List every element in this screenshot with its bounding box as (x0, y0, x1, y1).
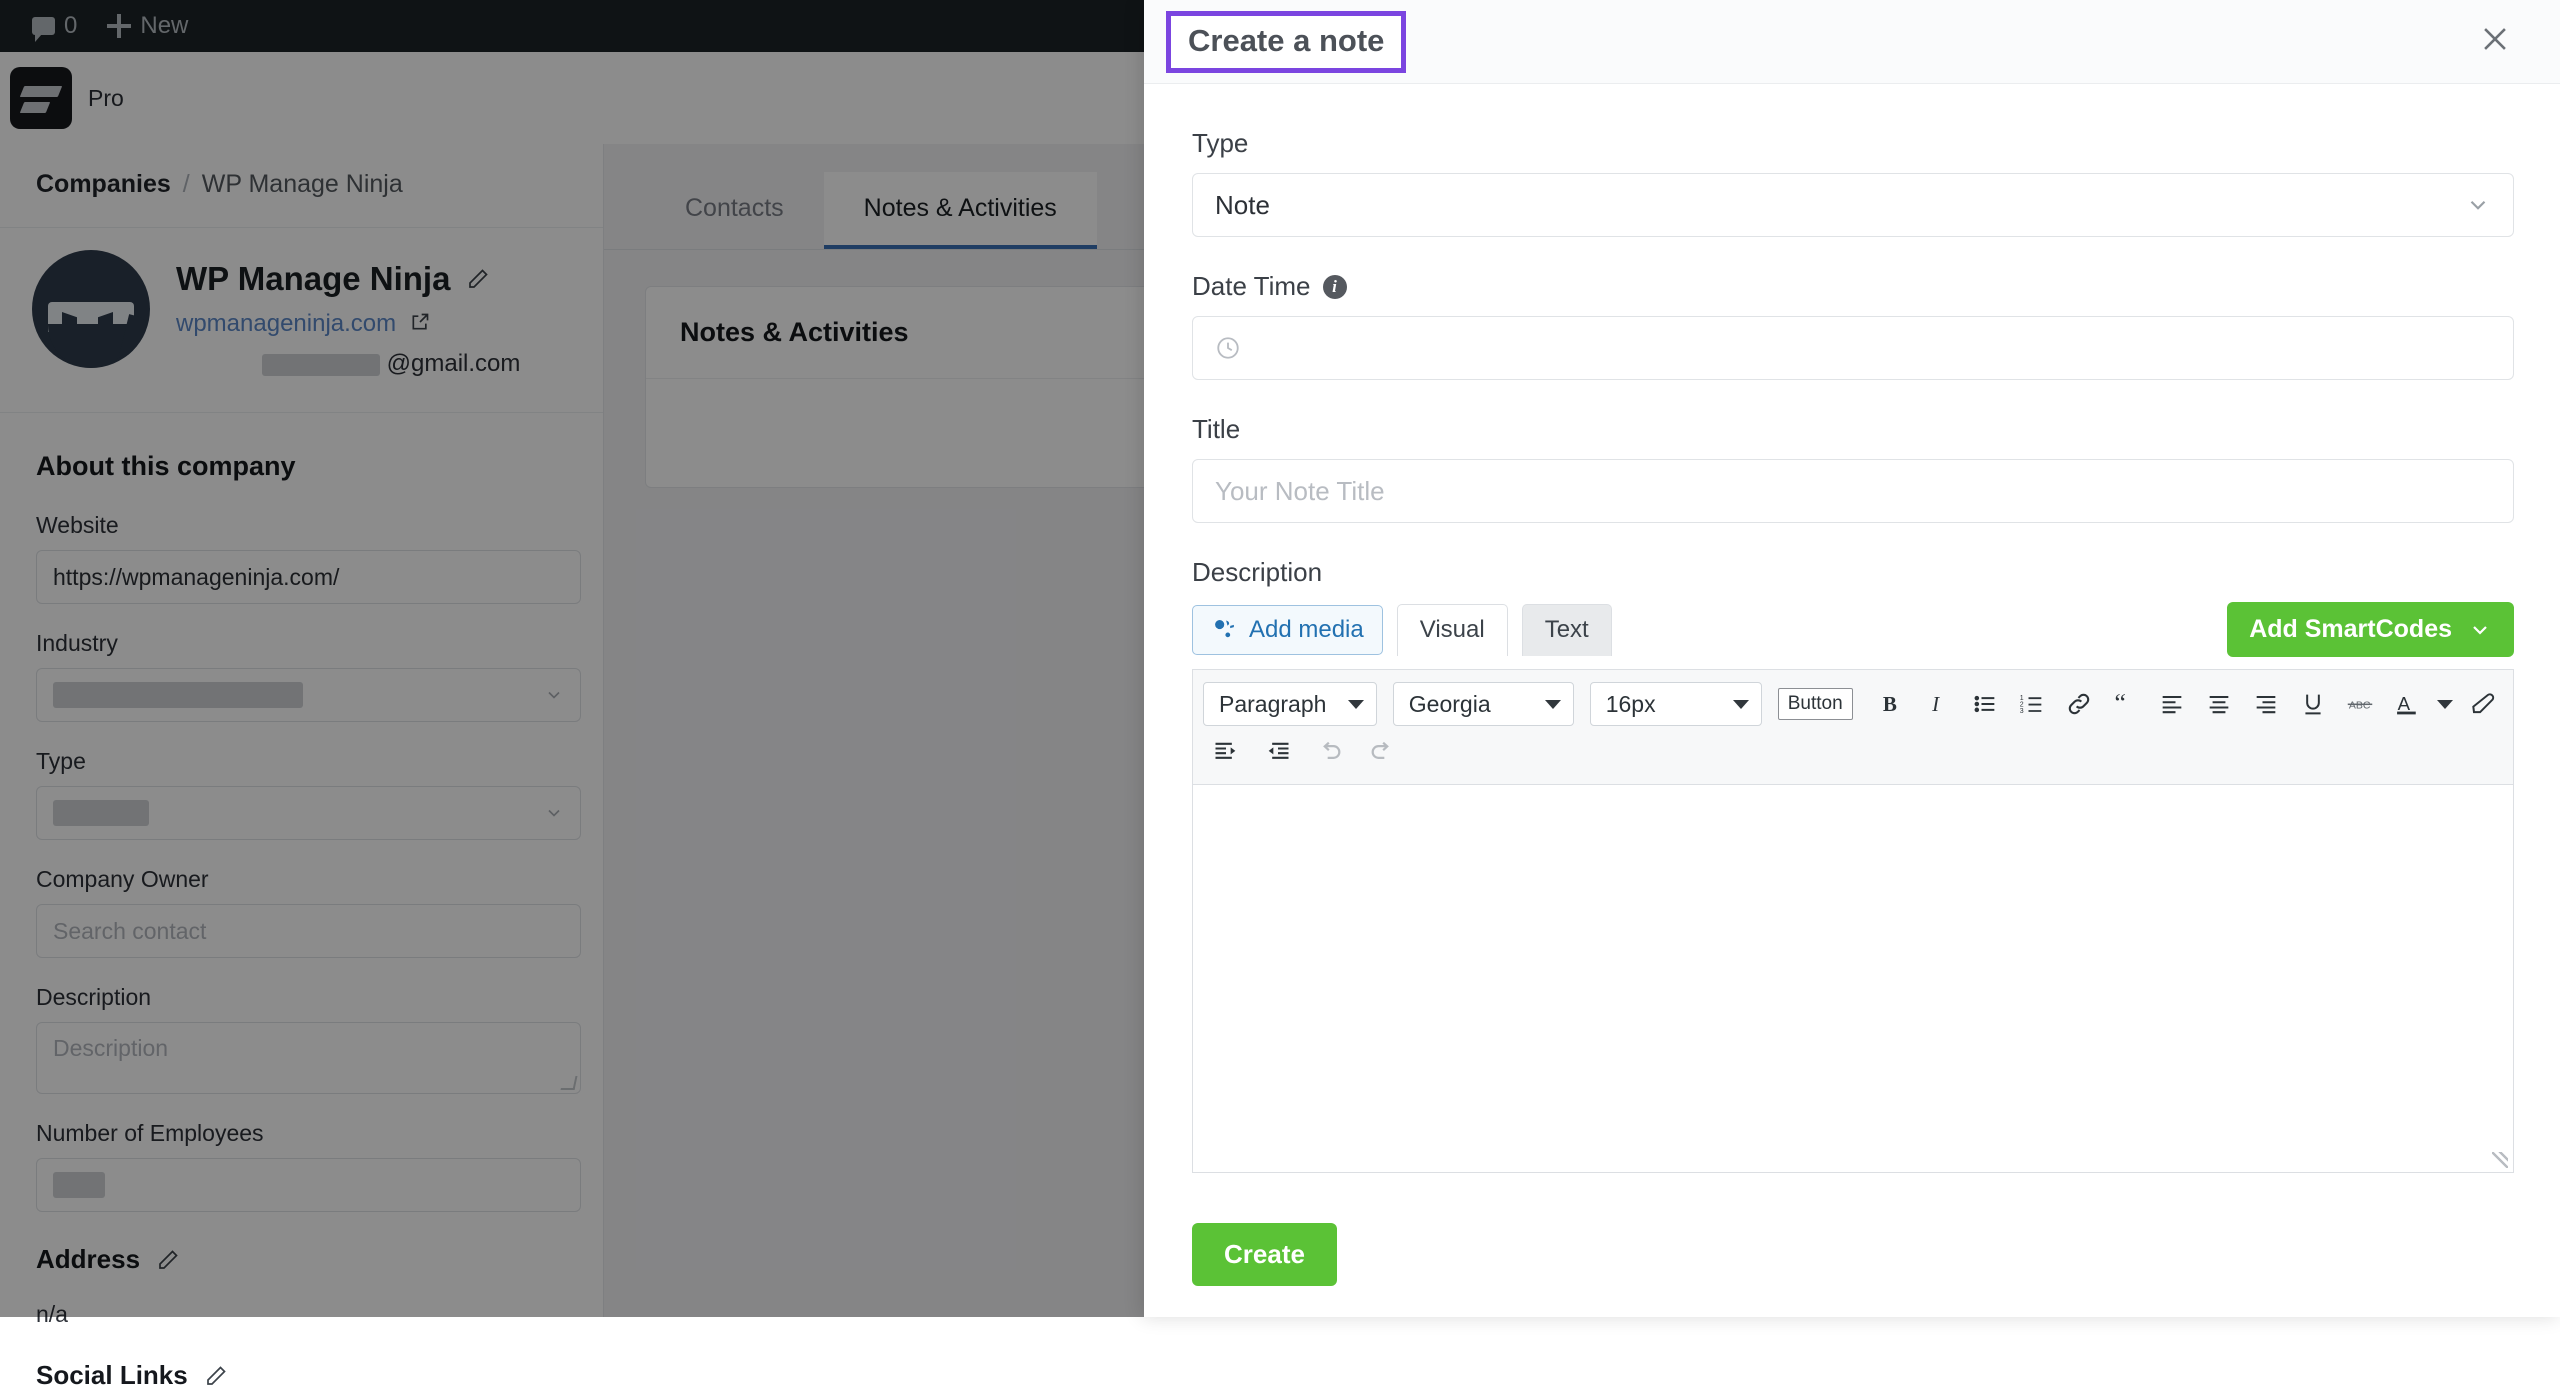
type-value: Note (1215, 190, 1270, 221)
numbered-list-icon[interactable]: 1 2 3 (2011, 681, 2052, 727)
type-block: Type Note (1192, 128, 2514, 237)
social-links-section-header: Social Links (36, 1360, 567, 1391)
caret-down-icon (1733, 700, 1749, 709)
drawer-title: Create a note (1188, 23, 1384, 58)
bullet-list-icon[interactable] (1964, 681, 2005, 727)
svg-text:“: “ (2115, 690, 2126, 717)
editor-toolbar-row-2 (1203, 728, 2503, 776)
visual-tab[interactable]: Visual (1397, 604, 1508, 656)
pencil-icon[interactable] (204, 1364, 228, 1388)
info-icon[interactable]: i (1323, 275, 1347, 299)
editor-toolbar: Paragraph Georgia 16px Button (1192, 669, 2514, 785)
clock-icon (1215, 335, 1241, 361)
svg-text:ABC: ABC (2349, 700, 2371, 712)
chevron-down-icon (2465, 192, 2491, 218)
add-smartcodes-button[interactable]: Add SmartCodes (2227, 602, 2514, 657)
outdent-icon[interactable] (1203, 729, 1249, 775)
add-smartcodes-label: Add SmartCodes (2249, 615, 2452, 644)
title-label: Title (1192, 414, 2514, 445)
close-icon[interactable] (2478, 22, 2512, 61)
format-select-value: Paragraph (1219, 691, 1326, 718)
editor-content-area[interactable] (1192, 785, 2514, 1173)
drawer-title-highlight: Create a note (1166, 11, 1406, 73)
align-left-icon[interactable] (2152, 681, 2193, 727)
svg-text:I: I (1931, 692, 1940, 716)
drawer-body: Type Note Date Time i Title Your Note Ti… (1144, 84, 2560, 1317)
add-media-button[interactable]: Add media (1192, 605, 1383, 655)
svg-text:B: B (1883, 692, 1897, 716)
media-icon (1211, 617, 1237, 643)
editor: Add media Visual Text Add SmartCodes Par… (1192, 602, 2514, 1173)
align-center-icon[interactable] (2199, 681, 2240, 727)
caret-down-icon (1545, 700, 1561, 709)
description-block: Description Add media Visual Text (1192, 557, 2514, 1286)
datetime-label-row: Date Time i (1192, 271, 2514, 302)
color-chevron-down-icon[interactable] (2433, 681, 2456, 727)
add-media-label: Add media (1249, 616, 1364, 644)
title-input[interactable]: Your Note Title (1192, 459, 2514, 523)
redo-icon[interactable] (1359, 729, 1405, 775)
strikethrough-icon[interactable]: ABC (2339, 681, 2380, 727)
type-label: Type (1192, 128, 2514, 159)
svg-text:A: A (2397, 693, 2410, 714)
datetime-input[interactable] (1192, 316, 2514, 380)
text-color-icon[interactable]: A (2386, 681, 2427, 727)
social-links-title: Social Links (36, 1360, 188, 1391)
create-button[interactable]: Create (1192, 1223, 1337, 1286)
title-block: Title Your Note Title (1192, 414, 2514, 523)
type-select[interactable]: Note (1192, 173, 2514, 237)
font-size-value: 16px (1606, 691, 1656, 718)
italic-icon[interactable]: I (1918, 681, 1959, 727)
editor-top-bar: Add media Visual Text Add SmartCodes (1192, 602, 2514, 657)
clear-formatting-icon[interactable] (2462, 681, 2503, 727)
bold-icon[interactable]: B (1871, 681, 1912, 727)
chevron-down-icon (2468, 618, 2492, 642)
create-note-drawer: Create a note Type Note Date Time i (1144, 0, 2560, 1317)
blockquote-icon[interactable]: “ (2105, 681, 2146, 727)
datetime-label: Date Time (1192, 271, 1311, 302)
format-select[interactable]: Paragraph (1203, 682, 1377, 726)
font-family-select[interactable]: Georgia (1393, 682, 1574, 726)
align-right-icon[interactable] (2246, 681, 2287, 727)
underline-icon[interactable] (2292, 681, 2333, 727)
drawer-header: Create a note (1144, 0, 2560, 84)
datetime-block: Date Time i (1192, 271, 2514, 380)
undo-icon[interactable] (1307, 729, 1353, 775)
font-family-value: Georgia (1409, 691, 1491, 718)
editor-toolbar-row-1: Paragraph Georgia 16px Button (1203, 680, 2503, 728)
description-label: Description (1192, 557, 2514, 588)
caret-down-icon (1348, 700, 1364, 709)
resize-handle-icon[interactable] (2492, 1152, 2508, 1168)
font-size-select[interactable]: 16px (1590, 682, 1762, 726)
indent-icon[interactable] (1255, 729, 1301, 775)
insert-button-button[interactable]: Button (1778, 688, 1853, 720)
svg-text:3: 3 (2019, 708, 2023, 715)
text-tab[interactable]: Text (1522, 604, 1612, 656)
link-icon[interactable] (2058, 681, 2099, 727)
